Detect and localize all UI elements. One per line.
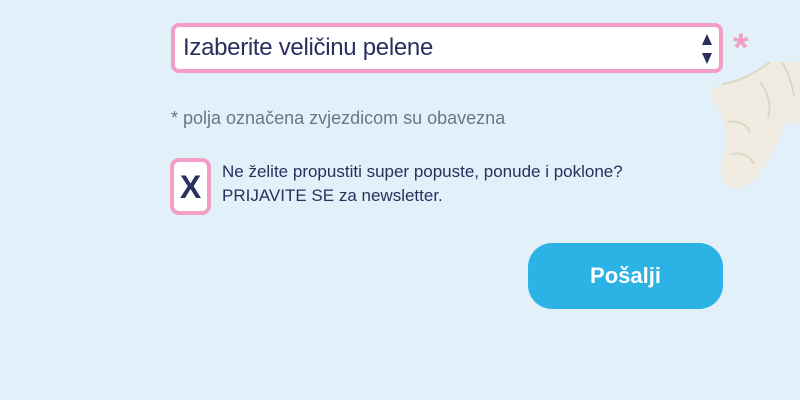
newsletter-label: Ne želite propustiti super popuste, ponu… [222,160,623,208]
required-fields-note: * polja označena zvjezdicom su obavezna [171,108,506,128]
newsletter-form: Izaberite veličinu pelene * * polja ozna… [0,0,800,400]
diaper-size-select-value: Izaberite veličinu pelene [183,34,433,61]
up-down-arrows-icon [702,34,712,64]
submit-button[interactable]: Pošalji [528,243,723,309]
newsletter-label-line2: PRIJAVITE SE za newsletter. [222,186,443,205]
checkbox-x-mark: X [179,168,202,205]
diaper-size-select[interactable]: Izaberite veličinu pelene [171,23,723,73]
newsletter-label-line1: Ne želite propustiti super popuste, ponu… [222,162,623,181]
baby-sock-image [711,62,800,189]
newsletter-checkbox[interactable]: X [170,158,211,215]
